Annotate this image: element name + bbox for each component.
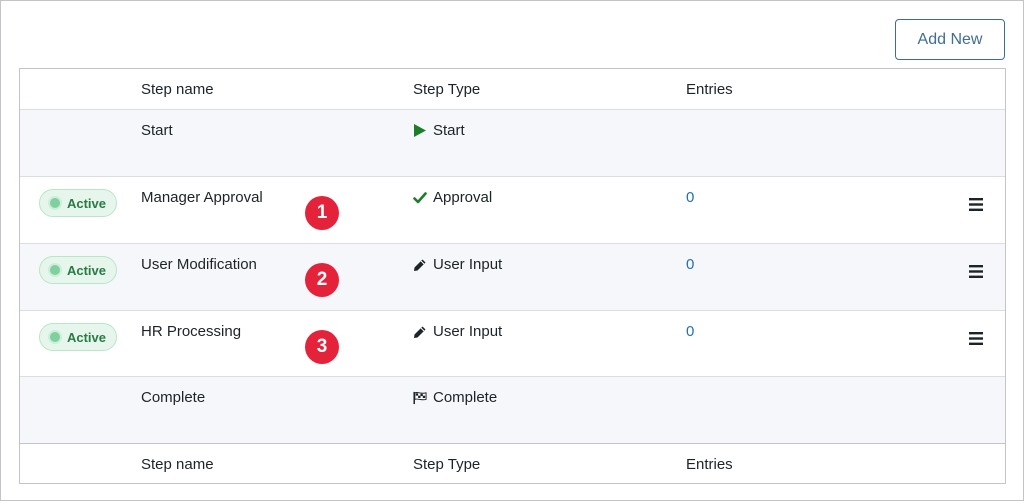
status-badge: Active <box>39 189 117 217</box>
entries-count-link[interactable]: 0 <box>686 189 694 206</box>
status-dot-icon <box>49 332 60 342</box>
status-badge-label: Active <box>66 329 107 345</box>
checkered-flag-icon <box>413 391 427 405</box>
play-icon <box>413 124 427 138</box>
step-type: Approval <box>433 189 493 206</box>
table-row: Start Start <box>20 110 1005 177</box>
status-badge-label: Active <box>66 262 107 278</box>
column-footer-step-name: Step name <box>141 456 214 473</box>
drag-handle-icon[interactable] <box>969 198 983 211</box>
entries-count-link[interactable]: 0 <box>686 256 694 273</box>
step-number-marker: 1 <box>305 196 339 230</box>
status-dot-icon <box>49 265 60 275</box>
step-name[interactable]: Manager Approval <box>141 189 263 206</box>
status-badge-label: Active <box>66 195 107 211</box>
status-badge: Active <box>39 256 117 284</box>
step-type: User Input <box>433 323 503 340</box>
workflow-steps-panel: Add New Step name Step Type Entries Star… <box>0 0 1024 501</box>
column-footer-step-type: Step Type <box>413 456 481 473</box>
column-header-entries: Entries <box>686 81 733 98</box>
step-name[interactable]: User Modification <box>141 256 257 273</box>
table-row: Complete Complete <box>20 377 1005 443</box>
table-header: Step name Step Type Entries <box>20 69 1005 110</box>
table-footer: Step name Step Type Entries <box>20 443 1005 483</box>
step-type: Complete <box>433 389 498 406</box>
status-badge: Active <box>39 323 117 351</box>
step-number-marker: 2 <box>305 263 339 297</box>
column-header-step-name: Step name <box>141 81 214 98</box>
entries-count-link[interactable]: 0 <box>686 323 694 340</box>
table-row: Active User Modification 2 User Input 0 <box>20 244 1005 311</box>
step-number-marker: 3 <box>305 330 339 364</box>
table-row: Active HR Processing 3 User Input 0 <box>20 311 1005 377</box>
step-type: Start <box>433 122 465 139</box>
status-dot-icon <box>49 198 60 208</box>
table-row: Active Manager Approval 1 Approval 0 <box>20 177 1005 244</box>
pencil-icon <box>413 258 427 272</box>
drag-handle-icon[interactable] <box>969 332 983 345</box>
checkmark-icon <box>413 191 427 205</box>
column-footer-entries: Entries <box>686 456 733 473</box>
add-new-button[interactable]: Add New <box>895 19 1005 60</box>
drag-handle-icon[interactable] <box>969 265 983 278</box>
step-name: Complete <box>141 389 206 406</box>
step-type: User Input <box>433 256 503 273</box>
steps-table: Step name Step Type Entries Start Start … <box>19 68 1006 484</box>
step-name: Start <box>141 122 173 139</box>
step-name[interactable]: HR Processing <box>141 323 241 340</box>
pencil-icon <box>413 325 427 339</box>
column-header-step-type: Step Type <box>413 81 481 98</box>
